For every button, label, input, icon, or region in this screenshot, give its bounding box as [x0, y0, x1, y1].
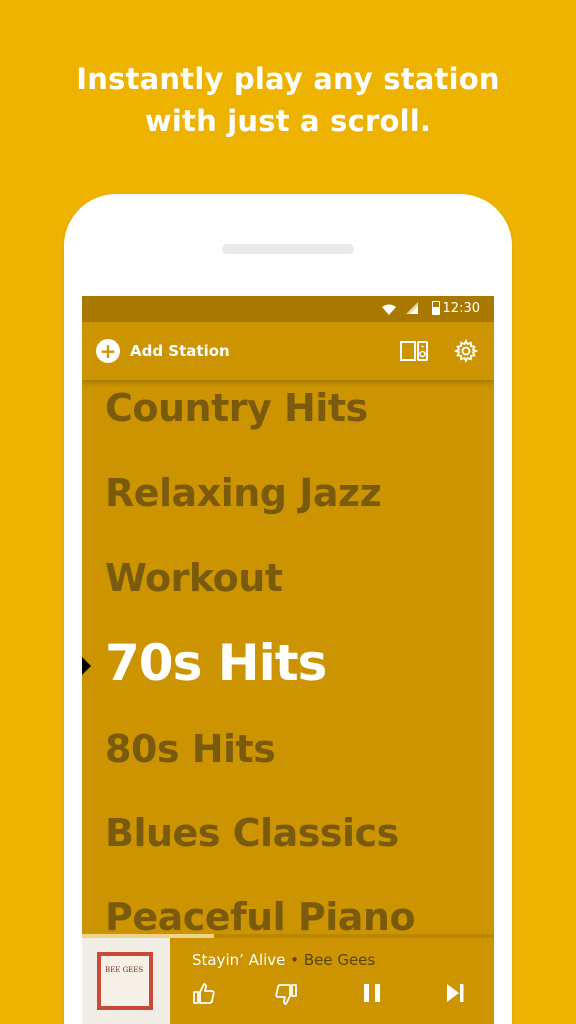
station-item[interactable]: Workout — [105, 556, 283, 600]
track-info: Stayin’ Alive • Bee Gees — [192, 951, 375, 969]
track-separator: • — [290, 951, 300, 969]
station-item[interactable]: Relaxing Jazz — [105, 471, 382, 515]
toolbar: + Add Station — [82, 322, 494, 380]
status-bar: 12:30 — [82, 296, 494, 322]
thumbs-up-icon[interactable] — [192, 982, 216, 1006]
pause-icon[interactable] — [361, 982, 383, 1004]
headline-line-1: Instantly play any station — [76, 62, 500, 96]
headline-line-2: with just a scroll. — [144, 104, 432, 138]
track-artist: Bee Gees — [303, 951, 376, 969]
station-item[interactable]: Country Hits — [105, 386, 368, 430]
album-art-cover: BEE GEES — [97, 952, 153, 1010]
wifi-icon — [382, 304, 396, 315]
thumbs-down-icon[interactable] — [274, 982, 298, 1006]
gear-icon[interactable] — [454, 339, 478, 363]
now-playing-bar: BEE GEES Stayin’ Alive • Bee Gees — [82, 938, 494, 1024]
skip-next-icon[interactable] — [444, 982, 466, 1004]
station-item[interactable]: 80s Hits — [105, 727, 276, 771]
battery-icon — [432, 301, 440, 315]
add-station-label: Add Station — [130, 342, 230, 360]
station-item[interactable]: Blues Classics — [105, 811, 399, 855]
signal-icon — [406, 302, 418, 314]
album-art[interactable]: BEE GEES — [82, 938, 170, 1024]
plus-icon: + — [96, 339, 120, 363]
status-time: 12:30 — [442, 301, 480, 316]
add-station-button[interactable]: + Add Station — [96, 338, 230, 364]
app-screen: 12:30 + Add Station Country Hits Relaxin… — [82, 296, 494, 1024]
station-item-active[interactable]: 70s Hits — [105, 634, 327, 692]
album-art-text: BEE GEES — [105, 966, 144, 974]
phone-speaker — [222, 244, 354, 254]
headline: Instantly play any station with just a s… — [0, 58, 576, 142]
station-item[interactable]: Peaceful Piano — [105, 895, 416, 939]
current-station-pointer — [82, 657, 91, 675]
track-title: Stayin’ Alive — [192, 951, 286, 969]
cast-icon[interactable] — [400, 340, 428, 362]
